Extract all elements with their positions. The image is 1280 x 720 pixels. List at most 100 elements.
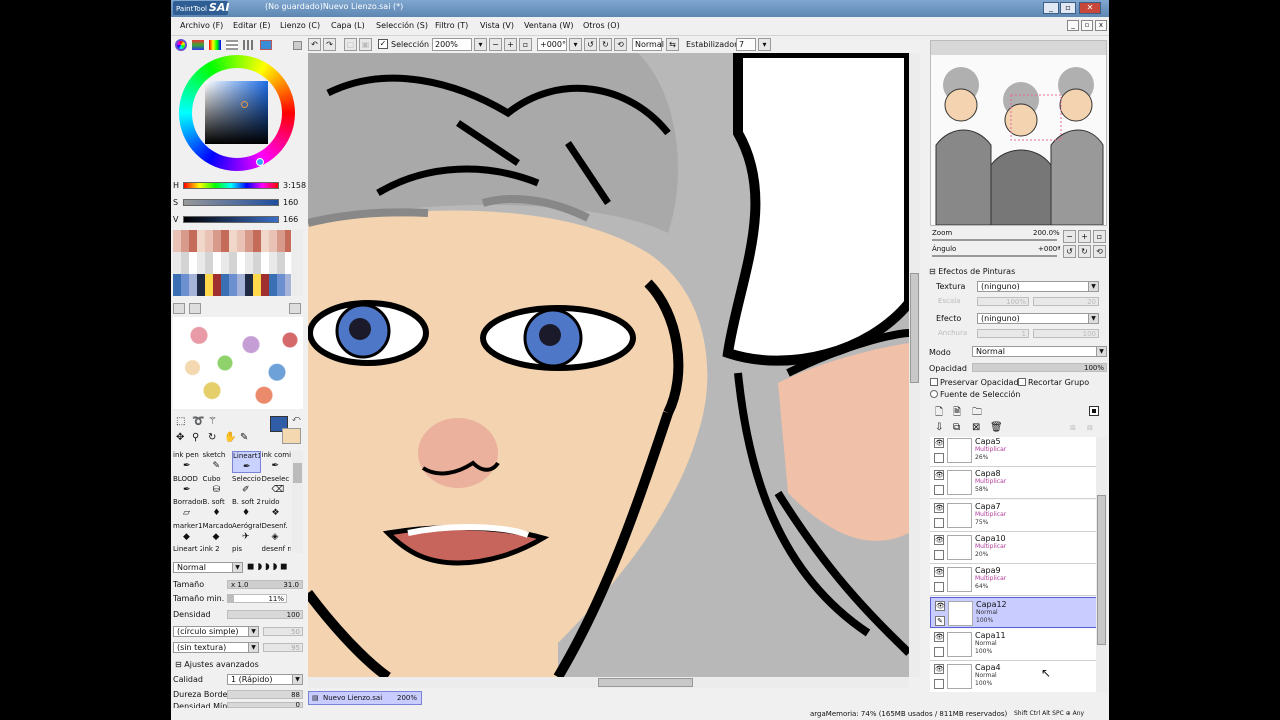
tool-ruido[interactable]: ruido ❖	[262, 498, 291, 520]
layers-scroll-thumb[interactable]	[1097, 495, 1106, 645]
tool-ink-2[interactable]: ink 2✒	[203, 545, 232, 553]
layer-row[interactable]: 👁 Capa7 Multiplicar 75%	[930, 499, 1098, 532]
eye-icon[interactable]: 👁	[934, 502, 944, 513]
navigator-panel[interactable]	[930, 40, 1107, 226]
maximize-icon[interactable]: ▫	[1060, 2, 1076, 14]
nav-zoom-slider[interactable]	[932, 239, 1057, 241]
clear-layer-icon[interactable]: ⊠	[972, 422, 980, 433]
new-vector-layer-icon[interactable]: 🗎	[953, 405, 961, 422]
hue-slider[interactable]	[183, 182, 279, 189]
minimize-icon[interactable]: _	[1043, 2, 1059, 14]
zoom-tool-icon[interactable]: ⚲	[192, 432, 199, 443]
rotate-right-icon[interactable]: ↻	[599, 38, 612, 51]
tool-marker1[interactable]: marker1 ◆	[173, 522, 202, 544]
eye-icon[interactable]: 👁	[934, 470, 944, 481]
tool-aer-graf[interactable]: Aerógraf ✈	[232, 522, 261, 544]
canvas-vscroll[interactable]	[909, 53, 920, 677]
mixer-mode-icon[interactable]	[260, 40, 272, 50]
layer-row[interactable]: 👁 Capa9 Multiplicar 64%	[930, 564, 1098, 597]
angle-field[interactable]: +000°	[537, 38, 567, 51]
layers-scrollbar[interactable]	[1096, 437, 1107, 692]
zoom-field[interactable]: 200%	[432, 38, 472, 51]
hue-ring-cursor[interactable]	[256, 158, 264, 166]
eyedropper-icon[interactable]: ✎	[240, 432, 248, 443]
nav-zoom-reset-icon[interactable]: ▫	[1093, 230, 1106, 243]
drawing-canvas[interactable]	[308, 53, 909, 677]
layer-link-checkbox[interactable]	[934, 485, 944, 496]
swatches-scrollbar[interactable]	[292, 230, 303, 296]
layer-row[interactable]: 👁 Capa10 Multiplicar 20%	[930, 531, 1098, 564]
tool-lineart1[interactable]: Lineart1 ✒	[232, 451, 261, 473]
layer-panel-option-icon[interactable]	[1089, 406, 1099, 416]
selection-source-radio[interactable]	[930, 390, 938, 398]
menu-lienzo[interactable]: Lienzo (C)	[280, 21, 320, 30]
hsv-slider-icon[interactable]	[209, 40, 221, 50]
stabilizer-field[interactable]: 7	[736, 38, 756, 51]
canvas-hscroll[interactable]	[308, 677, 909, 688]
scratchpad[interactable]	[173, 317, 303, 409]
deselect-icon[interactable]: ▢	[344, 38, 357, 51]
rotate-left-icon[interactable]: ↺	[584, 38, 597, 51]
scratchpad-close-icon[interactable]	[289, 303, 301, 314]
brush-shape-select[interactable]: (círculo simple) ▼	[173, 626, 259, 637]
clip-group-checkbox[interactable]	[1018, 378, 1026, 386]
advanced-settings-toggle[interactable]: ⊟ Ajustes avanzados	[175, 660, 259, 669]
value-slider[interactable]	[183, 216, 279, 223]
tool-deselec[interactable]: Deselec ⌫	[262, 475, 291, 497]
width-strength[interactable]: 100	[1033, 329, 1099, 338]
shape-strength[interactable]: 50	[263, 627, 303, 636]
layer-row[interactable]: 👁 Capa4 Normal 100%	[930, 661, 1098, 692]
rotate-icon[interactable]: ↻	[208, 432, 216, 443]
hand-icon[interactable]: ✋	[224, 432, 236, 443]
texture-strength[interactable]: 95	[263, 643, 303, 652]
preserve-opacity-checkbox[interactable]	[930, 378, 938, 386]
layer-opacity-slider[interactable]: 100%	[972, 363, 1107, 372]
menu-vista[interactable]: Vista (V)	[480, 21, 514, 30]
menu-ventana[interactable]: Ventana (W)	[524, 21, 574, 30]
tool-marcado[interactable]: Marcado ◆	[203, 522, 232, 544]
redo-icon[interactable]: ↷	[323, 38, 336, 51]
document-tab[interactable]: ▤ Nuevo Lienzo.sai 200%	[308, 691, 422, 705]
eye-icon[interactable]: 👁	[934, 438, 944, 448]
delete-layer-icon[interactable]: 🗑	[990, 422, 1003, 433]
tools-scroll-thumb[interactable]	[293, 463, 302, 483]
layer-row[interactable]: 👁 ✎ Capa12 Normal 100%	[930, 596, 1098, 628]
selection-checkbox[interactable]: ✓	[378, 39, 388, 49]
stabilizer-menu-icon[interactable]: ▾	[758, 38, 771, 51]
menu-otros[interactable]: Otros (O)	[583, 21, 620, 30]
saturation-value-square[interactable]	[205, 81, 268, 144]
brush-mode-select[interactable]: Normal ▼	[173, 562, 243, 573]
menu-filtro[interactable]: Filtro (T)	[435, 21, 468, 30]
effect-select[interactable]: (ninguno) ▼	[977, 313, 1099, 324]
eye-icon[interactable]: 👁	[934, 664, 944, 675]
color-wheel[interactable]	[179, 55, 295, 171]
brush-texture-select[interactable]: (sin textura) ▼	[173, 642, 259, 653]
panel-collapse-icon[interactable]	[293, 41, 302, 50]
magic-wand-icon[interactable]: ⚚	[208, 416, 217, 427]
invert-selection-icon[interactable]: ▣	[359, 38, 372, 51]
tool-b-soft[interactable]: B. soft ♦	[203, 498, 232, 520]
rgb-slider-icon[interactable]	[192, 40, 204, 50]
nav-zoom-out-icon[interactable]: −	[1063, 230, 1076, 243]
brush-shapes[interactable]: ◼ ◗ ◗ ◗ ◼	[247, 562, 303, 573]
zoom-menu-icon[interactable]: ▾	[474, 38, 487, 51]
layer-link-checkbox[interactable]	[934, 453, 944, 463]
zoom-out-icon[interactable]: −	[489, 38, 502, 51]
lasso-icon[interactable]: ➰	[192, 416, 204, 427]
menu-editar[interactable]: Editar (E)	[233, 21, 271, 30]
zoom-reset-icon[interactable]: ▫	[519, 38, 532, 51]
transfer-down-icon[interactable]: ⇩	[935, 422, 943, 433]
min-size-slider[interactable]: 11%	[227, 594, 287, 603]
doc-close-icon[interactable]: x	[1095, 20, 1107, 31]
nav-rotate-reset-icon[interactable]: ⟲	[1093, 245, 1106, 258]
layer-row[interactable]: 👁 Capa8 Multiplicar 58%	[930, 467, 1098, 500]
tools-scrollbar[interactable]	[292, 451, 303, 553]
density-slider[interactable]: 100	[227, 610, 303, 619]
tool-lineart-2[interactable]: Lineart 2✒	[173, 545, 202, 553]
move-icon[interactable]: ✥	[176, 432, 184, 443]
tool-ink-pen[interactable]: ink pen ✒	[173, 451, 202, 473]
eye-icon[interactable]: 👁	[934, 631, 944, 642]
layer-link-checkbox[interactable]	[934, 646, 944, 657]
quality-select[interactable]: 1 (Rápido) ▼	[227, 674, 303, 685]
scratchpad-mode-icon[interactable]	[243, 40, 255, 50]
